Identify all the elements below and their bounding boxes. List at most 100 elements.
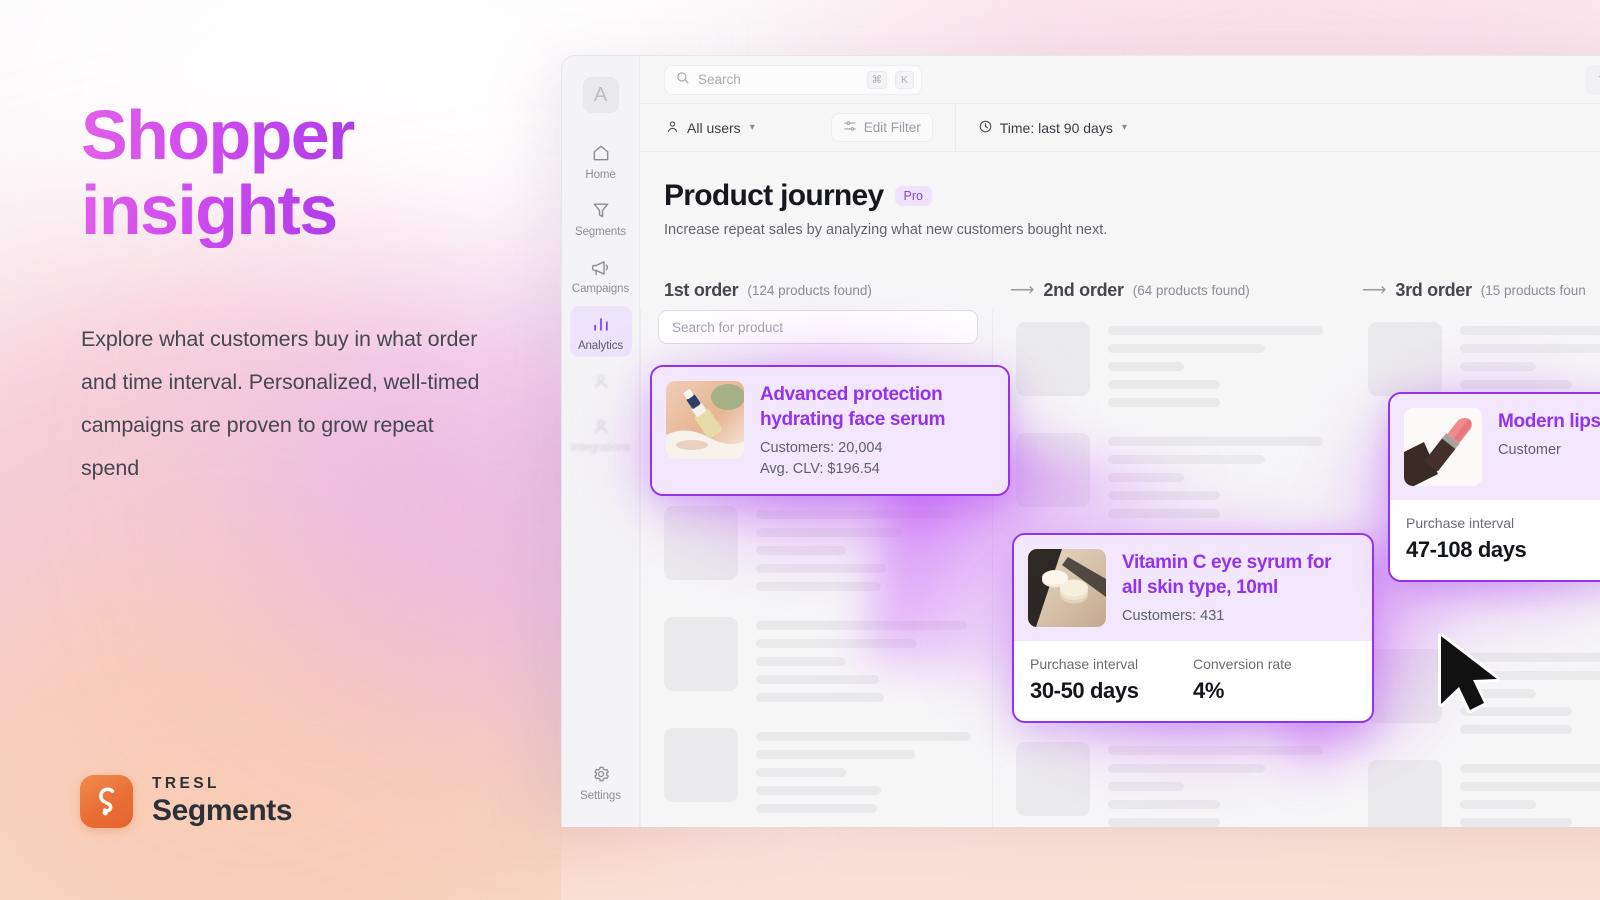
product-search-input[interactable]: Search for product <box>658 310 978 344</box>
app-sidebar: A Home Segments Campaigns Analytics Inte… <box>562 56 640 827</box>
blurred-icon <box>590 415 612 437</box>
skeleton-lines <box>756 506 980 591</box>
product-card-info: Advanced protection hydrating face serum… <box>760 381 992 480</box>
skeleton-thumb <box>664 506 738 580</box>
brand-text: TRESL Segments <box>152 775 293 828</box>
stat-label: Conversion rate <box>1193 656 1292 672</box>
arrow-right-icon: ⟶ <box>1362 280 1387 299</box>
search-input[interactable]: Search ⌘ K <box>664 64 922 95</box>
trial-notice-badge[interactable]: Trial ends in 2 d <box>1584 65 1600 95</box>
product-card-eye-serum[interactable]: Vitamin C eye syrum for all skin type, 1… <box>1012 533 1374 723</box>
column-divider <box>640 310 641 827</box>
skeleton-lines <box>756 617 980 702</box>
product-meta: Customers: 20,004 Avg. CLV: $196.54 <box>760 438 992 480</box>
stat-conversion-rate: Conversion rate 4% <box>1193 656 1356 704</box>
skeleton-lines <box>1108 742 1332 827</box>
order-column-2-count: (64 products found) <box>1132 282 1250 298</box>
product-meta: Customer <box>1498 440 1600 461</box>
search-placeholder: Search <box>698 72 741 87</box>
avatar[interactable]: A <box>582 77 619 113</box>
product-card-header: Modern lipstick Customer <box>1390 394 1600 500</box>
marketing-panel: Shopper insights Explore what customers … <box>0 0 560 900</box>
sidebar-item-home[interactable]: Home <box>570 135 632 186</box>
arrow-right-icon: ⟶ <box>1010 280 1035 299</box>
eye-serum-photo <box>1028 549 1106 627</box>
home-icon <box>590 142 612 164</box>
lipstick-photo <box>1404 408 1482 486</box>
order-column-3-header: ⟶ 3rd order (15 products foun <box>1344 270 1600 310</box>
sidebar-item-campaigns[interactable]: Campaigns <box>570 249 632 300</box>
gear-icon <box>590 763 612 785</box>
list-item[interactable] <box>658 605 986 716</box>
skeleton-thumb <box>1016 742 1090 816</box>
brand-lockup: TRESL Segments <box>80 775 293 828</box>
sidebar-item-settings[interactable]: Settings <box>570 756 632 807</box>
chevron-down-icon: ▾ <box>749 122 755 133</box>
pro-badge: Pro <box>894 186 932 206</box>
tresl-logo-icon <box>80 775 133 828</box>
blurred-icon <box>590 370 612 392</box>
sliders-icon <box>843 119 857 136</box>
skeleton-thumb <box>664 728 738 802</box>
skeleton-lines <box>1108 433 1332 518</box>
stat-purchase-interval: Purchase interval 47-108 days <box>1406 515 1600 563</box>
sidebar-label-settings: Settings <box>580 790 621 802</box>
skeleton-thumb <box>1016 433 1090 507</box>
brand-name-bottom: Segments <box>152 794 293 827</box>
product-customers: Customer <box>1498 442 1561 458</box>
list-item[interactable] <box>1010 310 1338 421</box>
face-serum-photo <box>666 381 744 459</box>
product-customers: Customers: 20,004 <box>760 440 883 456</box>
sidebar-label-home: Home <box>585 169 616 181</box>
hero-headline-line2: insights <box>81 170 337 249</box>
sidebar-item-segments[interactable]: Segments <box>570 192 632 243</box>
stat-label: Purchase interval <box>1030 656 1139 672</box>
app-topbar: Search ⌘ K Trial ends in 2 d <box>640 56 1600 104</box>
skeleton-thumb <box>1368 760 1442 827</box>
order-column-3-title: 3rd order <box>1395 279 1472 300</box>
list-item[interactable] <box>658 716 986 827</box>
product-card-face-serum[interactable]: Advanced protection hydrating face serum… <box>650 365 1010 496</box>
person-icon <box>665 119 680 137</box>
sidebar-item-integrations[interactable]: Integrations <box>570 408 632 459</box>
product-card-info: Vitamin C eye syrum for all skin type, 1… <box>1122 549 1356 627</box>
filter-divider <box>954 103 956 152</box>
list-item[interactable] <box>1362 748 1600 827</box>
list-item[interactable] <box>658 494 986 605</box>
skeleton-thumb <box>1368 649 1442 723</box>
funnel-icon <box>590 199 612 221</box>
chevron-down-icon: ▾ <box>1121 122 1127 133</box>
skeleton-thumb <box>1016 322 1090 396</box>
skeleton-lines <box>756 728 980 813</box>
sidebar-label-segments: Segments <box>575 226 626 238</box>
edit-filter-label: Edit Filter <box>863 120 921 135</box>
order-column-1-header: 1st order (124 products found) <box>640 270 992 310</box>
order-column-2-header: ⟶ 2nd order (64 products found) <box>992 270 1344 310</box>
order-column-1-count: (124 products found) <box>747 282 872 298</box>
list-item[interactable] <box>1010 730 1338 827</box>
sidebar-item-analytics[interactable]: Analytics <box>569 306 632 357</box>
clock-icon <box>978 119 993 137</box>
stat-value: 4% <box>1193 678 1224 703</box>
stat-purchase-interval: Purchase interval 30-50 days <box>1030 656 1193 704</box>
stat-value: 47-108 days <box>1406 537 1527 562</box>
edit-filter-button[interactable]: Edit Filter <box>830 113 933 142</box>
stat-value: 30-50 days <box>1030 678 1139 703</box>
list-item[interactable] <box>1010 421 1338 532</box>
kbd-command: ⌘ <box>866 70 887 89</box>
product-avg-clv: Avg. CLV: $196.54 <box>760 461 880 477</box>
skeleton-lines <box>1460 649 1600 734</box>
megaphone-icon <box>590 256 612 278</box>
screenshot-stage: Shopper insights Explore what customers … <box>0 0 1600 900</box>
sidebar-item-hidden[interactable] <box>570 363 632 402</box>
product-card-lipstick[interactable]: Modern lipstick Customer Purchase interv… <box>1388 392 1600 582</box>
product-name: Modern lipstick <box>1498 411 1600 432</box>
time-range-dropdown[interactable]: Time: last 90 days ▾ <box>978 119 1127 137</box>
list-item[interactable] <box>1362 637 1600 748</box>
order-column-2-title: 2nd order <box>1043 279 1124 300</box>
stat-label: Purchase interval <box>1406 515 1515 531</box>
brand-name-top: TRESL <box>152 775 220 792</box>
all-users-dropdown[interactable]: All users ▾ <box>665 119 755 137</box>
skeleton-lines <box>1460 760 1600 827</box>
product-card-header: Advanced protection hydrating face serum… <box>652 367 1008 494</box>
